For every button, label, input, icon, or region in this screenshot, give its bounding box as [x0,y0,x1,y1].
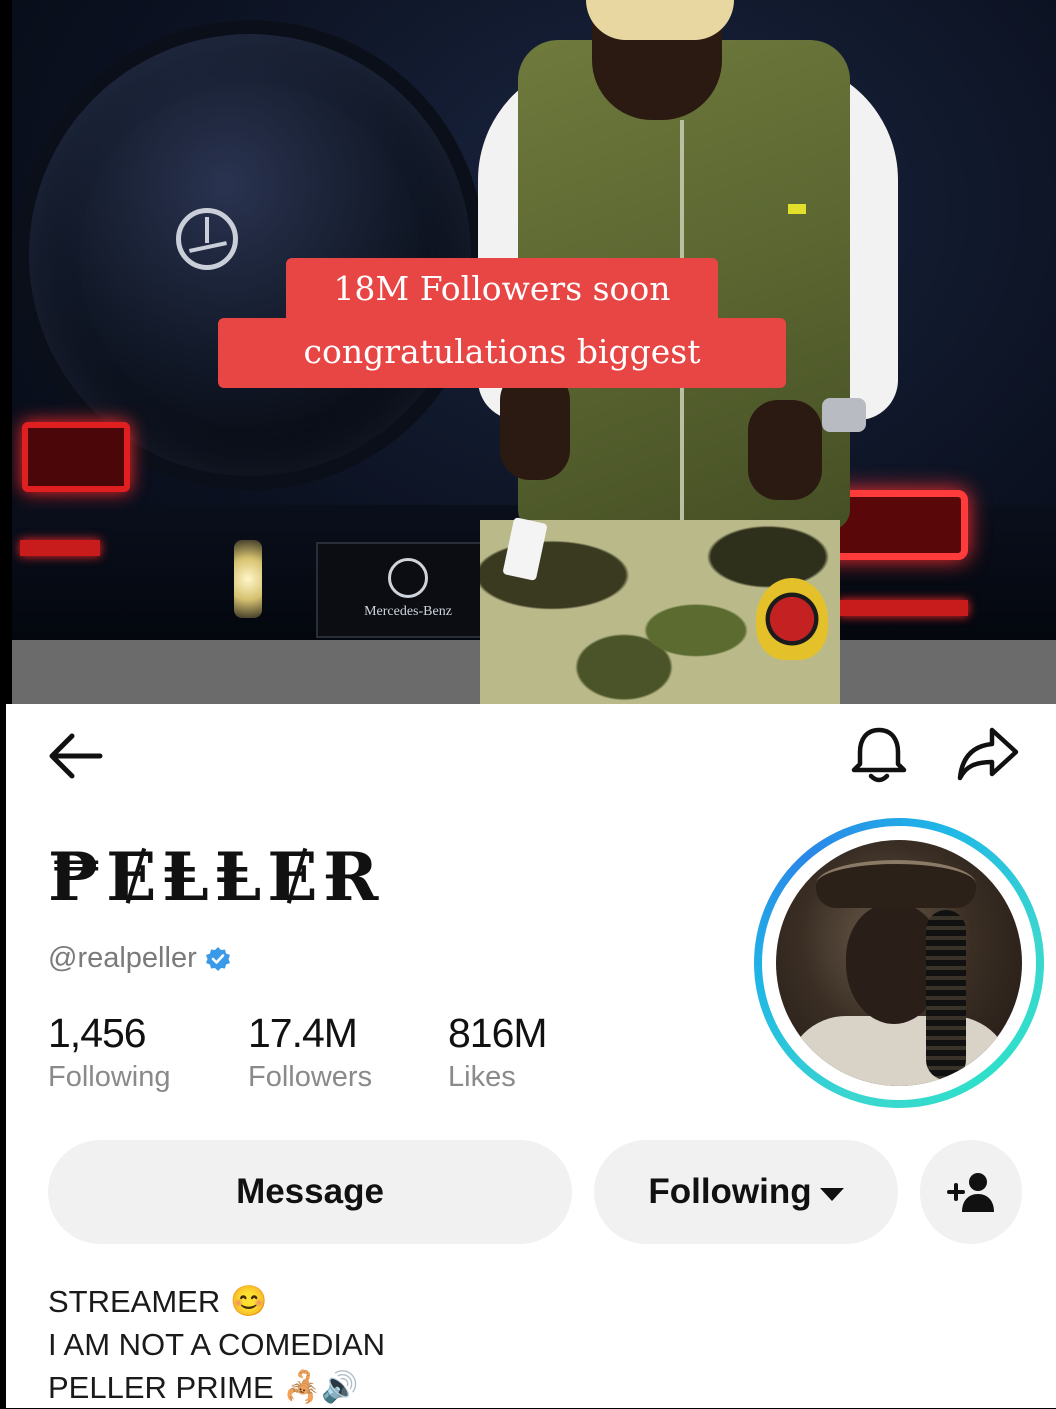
mercedes-plate-logo-icon [388,558,428,598]
add-friend-button[interactable] [920,1140,1022,1244]
stat-following[interactable]: 1,456 Following [48,1010,171,1094]
share-arrow-icon [957,727,1019,781]
avatar [776,840,1022,1086]
bio-line-3: PELLER PRIME 🦂🔊 [48,1366,385,1409]
left-reflector [20,540,100,556]
mercedes-logo-icon [176,208,238,270]
cover-video[interactable]: Mercedes-Benz 18M Followers soon congrat… [0,0,1056,704]
spare-tire-cover [15,20,485,490]
avatar-body [786,1016,1012,1086]
license-plate: Mercedes-Benz [316,542,500,638]
verified-badge-icon [205,946,230,971]
caption-line-2: congratulations biggest [218,318,786,388]
display-name: ₱ɆⱠⱠɆɌ [48,838,385,916]
caret-down-icon [819,1187,844,1201]
bio-text: STREAMER [48,1284,221,1319]
right-reflector [838,600,968,616]
stat-likes: 816M Likes [448,1010,548,1094]
caption-line-1: 18M Followers soon [286,258,718,320]
bio-text: PELLER PRIME [48,1370,274,1405]
notification-button[interactable] [846,724,912,786]
stat-value: 816M [448,1010,548,1056]
plate-text: Mercedes-Benz [364,604,452,619]
stat-label: Followers [248,1061,373,1093]
person-hair [586,0,734,40]
message-button[interactable]: Message [48,1140,572,1244]
stat-value: 1,456 [48,1010,147,1056]
stat-label: Likes [448,1061,516,1093]
username-handle: @realpeller [48,942,197,974]
bio-text: I AM NOT A COMEDIAN [48,1327,386,1362]
avatar-story-ring[interactable] [754,818,1044,1108]
profile-bio: STREAMER 😊 I AM NOT A COMEDIAN PELLER PR… [48,1280,385,1409]
handle-row: @realpeller [48,942,231,975]
pants-badge [756,578,828,660]
left-edge-bar [0,704,6,1408]
stat-followers[interactable]: 17.4M Followers [248,1010,372,1094]
back-button[interactable] [44,728,106,784]
stat-label: Following [48,1061,171,1093]
vest-tag [788,204,806,214]
avatar-hat [816,860,976,908]
bio-line-1: STREAMER 😊 [48,1280,385,1323]
bio-line-2: I AM NOT A COMEDIAN [48,1323,385,1366]
wristwatch [822,398,866,432]
left-edge-bar [0,0,12,704]
share-button[interactable] [952,722,1024,786]
smile-emoji-icon: 😊 [230,1284,268,1318]
following-button-label: Following [648,1172,812,1211]
arrow-left-icon [49,733,103,779]
avatar-beads [926,910,966,1080]
plate-lamp [234,540,262,618]
left-taillight [22,422,130,492]
person-right-hand [748,400,822,500]
scorpion-speaker-emoji-icon: 🦂🔊 [283,1370,359,1404]
profile-panel: ₱ɆⱠⱠɆɌ @realpeller 1,456 Following 17.4M… [0,704,1056,1408]
stat-value: 17.4M [248,1010,358,1056]
bell-icon [851,727,907,783]
add-person-icon [947,1173,994,1212]
following-button[interactable]: Following [594,1140,898,1244]
